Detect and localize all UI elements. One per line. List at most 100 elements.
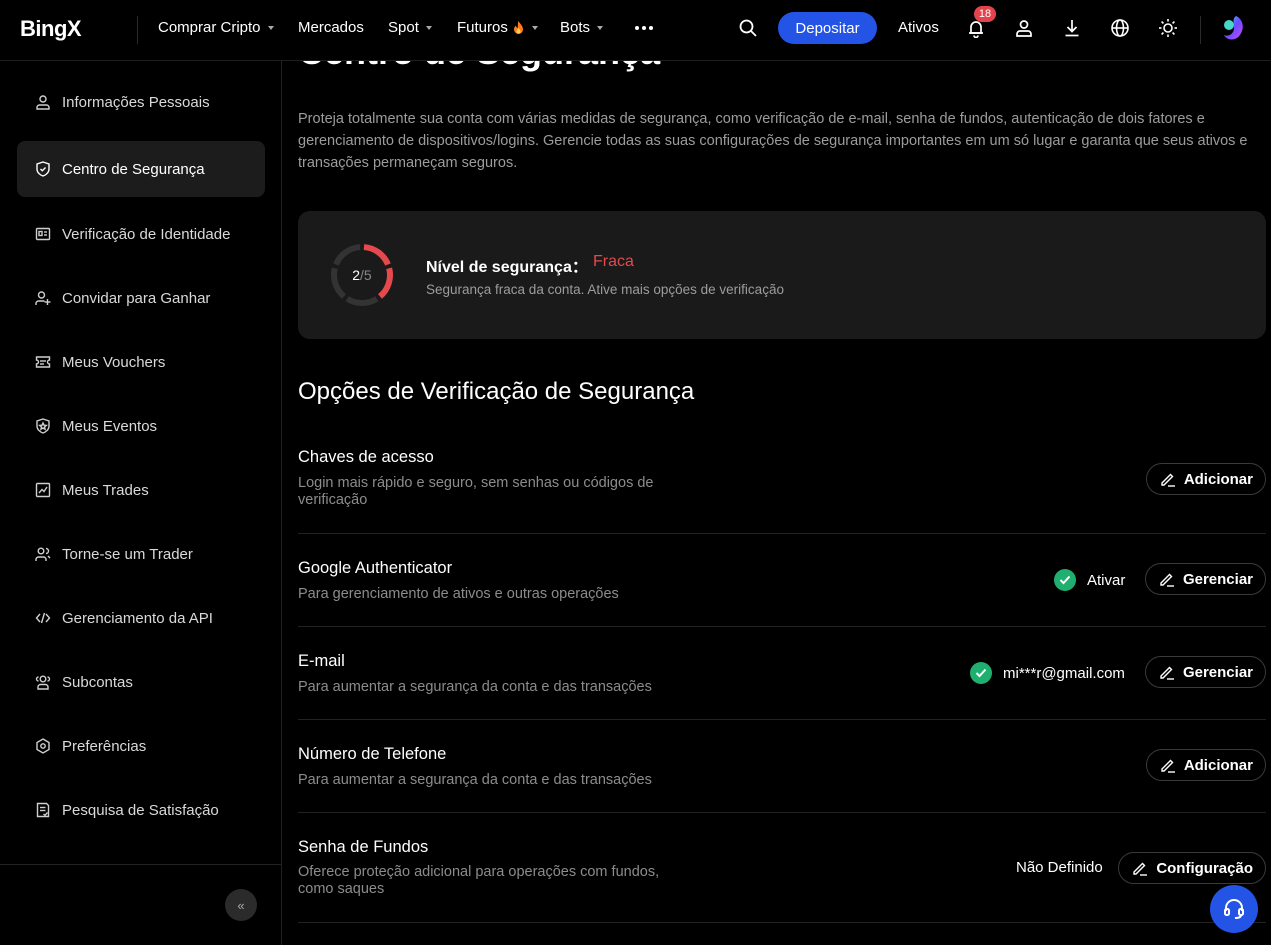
chevron-down-icon — [597, 26, 604, 30]
chart-icon — [34, 481, 52, 499]
option-description: Login mais rápido e seguro, sem senhas o… — [298, 475, 654, 508]
option-description: Para gerenciamento de ativos e outras op… — [298, 586, 619, 602]
settings-icon — [34, 737, 52, 755]
sidebar-item-label: Meus Vouchers — [62, 353, 166, 371]
security-level-value: Fraca — [593, 253, 634, 270]
option-title: Google Authenticator — [298, 559, 453, 577]
add-phone-button[interactable]: Adicionar — [1145, 749, 1266, 781]
option-title: E-mail — [298, 652, 345, 670]
sidebar-item-trades[interactable]: Meus Trades — [17, 462, 265, 518]
sidebar-item-label: Meus Eventos — [62, 417, 158, 435]
globe-icon[interactable] — [1108, 16, 1132, 40]
edit-icon — [1161, 759, 1175, 773]
voucher-icon — [34, 353, 52, 371]
section-title: Opções de Verificação de Segurança — [298, 378, 695, 405]
sidebar-item-referral[interactable]: Convidar para Ganhar — [17, 270, 265, 326]
bingx-logo[interactable]: BingX — [20, 16, 82, 42]
security-score-total: /5 — [360, 267, 372, 283]
nav-futures[interactable]: Futuros — [457, 19, 538, 36]
nav-divider — [137, 16, 138, 44]
user-icon — [34, 93, 52, 111]
nav-spot[interactable]: Spot — [388, 19, 432, 36]
sidebar-item-survey[interactable]: Pesquisa de Satisfação — [17, 782, 265, 838]
manage-email-button[interactable]: Gerenciar — [1144, 656, 1266, 688]
sidebar-item-label: Informações Pessoais — [62, 93, 210, 111]
nav-divider — [1200, 16, 1201, 44]
sidebar-item-subaccounts[interactable]: Subcontas — [17, 654, 265, 710]
deposit-label: Depositar — [795, 19, 860, 37]
edit-icon — [1160, 666, 1174, 680]
check-circle-icon — [970, 662, 992, 684]
option-title: Senha de Fundos — [298, 838, 429, 856]
security-level-label: Nível de segurança： — [426, 259, 588, 276]
nav-markets[interactable]: Mercados — [298, 19, 364, 36]
search-icon[interactable] — [736, 16, 760, 40]
chevron-down-icon — [267, 26, 274, 30]
nav-bots-label: Bots — [560, 19, 591, 36]
more-dots-icon[interactable] — [632, 16, 656, 40]
sidebar-item-label: Convidar para Ganhar — [62, 289, 211, 307]
button-label: Gerenciar — [1182, 663, 1253, 681]
sidebar-item-personal-info[interactable]: Informações Pessoais — [17, 74, 265, 130]
sidebar-item-preferences[interactable]: Preferências — [17, 718, 265, 774]
option-title: Número de Telefone — [298, 745, 447, 763]
security-level-card: 2/5 Nível de segurança： Fraca Segurança … — [298, 211, 1266, 339]
sidebar-item-security[interactable]: Centro de Segurança — [17, 141, 265, 197]
top-navigation: BingX Comprar Cripto Mercados Spot Futur… — [0, 0, 1271, 61]
event-icon — [34, 417, 52, 435]
add-passkey-button[interactable]: Adicionar — [1145, 463, 1266, 495]
status-text: Ativar — [1087, 571, 1126, 589]
theme-sun-icon[interactable] — [1156, 16, 1180, 40]
configure-fund-password-button[interactable]: Configuração — [1118, 852, 1266, 884]
headset-icon — [1224, 899, 1244, 919]
sidebar-item-api[interactable]: Gerenciamento da API — [17, 590, 265, 646]
option-passkeys: Chaves de acesso Login mais rápido e seg… — [298, 433, 1266, 534]
edit-icon — [1161, 473, 1175, 487]
nav-markets-label: Mercados — [298, 19, 364, 36]
sidebar-item-identity[interactable]: Verificação de Identidade — [17, 206, 265, 262]
deposit-button[interactable]: Depositar — [778, 12, 877, 44]
nav-assets[interactable]: Ativos — [898, 19, 939, 36]
edit-icon — [1133, 862, 1148, 876]
nav-futures-label: Futuros — [457, 19, 508, 36]
sidebar-item-events[interactable]: Meus Eventos — [17, 398, 265, 454]
email-status: mi***r@gmail.com — [970, 662, 1125, 684]
avatar[interactable] — [1218, 13, 1248, 43]
email-address: mi***r@gmail.com — [1003, 664, 1125, 682]
sidebar: Informações Pessoais Centro de Segurança… — [0, 61, 282, 945]
download-icon[interactable] — [1060, 16, 1084, 40]
collapse-sidebar-button[interactable]: « — [225, 889, 257, 921]
option-description: Para aumentar a segurança da conta e das… — [298, 679, 652, 695]
sidebar-item-label: Centro de Segurança — [62, 160, 205, 178]
sidebar-item-label: Subcontas — [62, 673, 133, 691]
sidebar-item-become-trader[interactable]: Torne-se um Trader — [17, 526, 265, 582]
support-chat-button[interactable] — [1210, 885, 1258, 933]
page-intro: Proteja totalmente sua conta com várias … — [298, 111, 1248, 171]
sidebar-item-vouchers[interactable]: Meus Vouchers — [17, 334, 265, 390]
option-description: Oferece proteção adicional para operaçõe… — [298, 864, 660, 897]
notification-count: 18 — [978, 8, 992, 20]
manage-google-authenticator-button[interactable]: Gerenciar — [1144, 563, 1266, 595]
sidebar-item-label: Verificação de Identidade — [62, 225, 231, 243]
nav-spot-label: Spot — [388, 19, 419, 36]
sidebar-divider — [0, 864, 282, 865]
sidebar-item-label: Gerenciamento da API — [62, 609, 213, 627]
user-icon[interactable] — [1012, 16, 1036, 40]
sidebar-item-label: Pesquisa de Satisfação — [62, 801, 219, 819]
shield-icon — [34, 160, 52, 178]
nav-bots[interactable]: Bots — [560, 19, 604, 36]
nav-buy-crypto[interactable]: Comprar Cripto — [158, 19, 274, 36]
sidebar-item-label: Preferências — [62, 737, 147, 755]
nav-buy-crypto-label: Comprar Cripto — [158, 19, 261, 36]
security-score: 2/5 — [328, 241, 396, 309]
chevrons-left-icon: « — [237, 897, 245, 913]
option-description: Para aumentar a segurança da conta e das… — [298, 772, 652, 788]
page-title: Centro de Segurança — [298, 61, 660, 73]
check-circle-icon — [1054, 569, 1076, 591]
option-title: Chaves de acesso — [298, 448, 434, 466]
sidebar-item-label: Meus Trades — [62, 481, 149, 499]
button-label: Configuração — [1156, 859, 1253, 877]
subaccount-icon — [34, 673, 52, 691]
survey-icon — [34, 801, 52, 819]
option-email: E-mail Para aumentar a segurança da cont… — [298, 627, 1266, 720]
